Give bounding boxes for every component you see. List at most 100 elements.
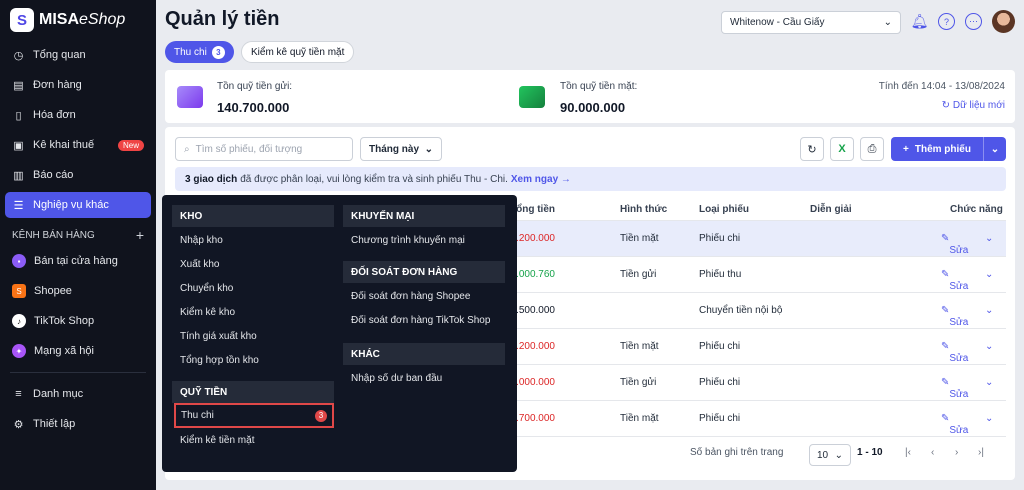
bottom-nav: ≡ Danh mục ⚙ Thiết lập: [0, 379, 156, 443]
reload-icon: ↻: [807, 143, 817, 156]
period-select[interactable]: Tháng này ⌄: [360, 137, 442, 161]
shopee-icon: S: [12, 284, 26, 298]
sidebar-item-settings[interactable]: ⚙ Thiết lập: [5, 411, 151, 437]
type-cell: Phiếu chi: [699, 377, 741, 388]
print-button[interactable]: ⎙: [860, 137, 884, 161]
menu-item-reconcile-shopee[interactable]: Đối soát đơn hàng Shopee: [351, 291, 470, 302]
list-icon: ☰: [13, 199, 24, 212]
sidebar-item-invoices[interactable]: ▯ Hóa đơn: [5, 102, 151, 128]
page-size-label: Số bản ghi trên trang: [690, 447, 784, 458]
row-actions-chevron-icon[interactable]: ⌄: [985, 377, 993, 388]
method-cell: Tiền gửi: [620, 377, 657, 388]
menu-item-kho[interactable]: Xuất kho: [180, 259, 219, 270]
chevron-down-icon: ⌄: [834, 449, 843, 461]
cash-label: Tồn quỹ tiền mặt:: [560, 81, 638, 92]
menu-section-kho: KHO: [172, 205, 334, 227]
row-actions-chevron-icon[interactable]: ⌄: [985, 341, 993, 352]
menu-item-promotion[interactable]: Chương trình khuyến mại: [351, 235, 465, 246]
avatar[interactable]: [992, 10, 1015, 33]
fund-summary: Tồn quỹ tiền gửi: 140.700.000 Tồn quỹ ti…: [165, 70, 1015, 123]
logo-icon: S: [10, 8, 34, 32]
row-actions-chevron-icon[interactable]: ⌄: [985, 305, 993, 316]
sidebar-item-store[interactable]: ▪ Bán tại cửa hàng: [5, 248, 151, 274]
store-icon: ▪: [12, 254, 26, 268]
menu-item-thu-chi[interactable]: Thu chi 3: [174, 403, 334, 428]
plus-icon: +: [903, 143, 909, 155]
classification-notice: 3 giao dịch đã được phân loại, vui lòng k…: [175, 167, 1006, 191]
credit-card-icon: [177, 86, 203, 108]
deposit-label: Tồn quỹ tiền gửi:: [217, 81, 293, 92]
excel-export-button[interactable]: X: [830, 137, 854, 161]
sidebar-item-other-operations[interactable]: ☰ Nghiệp vụ khác: [5, 192, 151, 218]
tiktok-icon: ♪: [12, 314, 26, 328]
sidebar-item-social[interactable]: ✦ Mạng xã hội: [5, 338, 151, 364]
new-badge: New: [117, 139, 144, 151]
chart-icon: ▥: [13, 169, 24, 182]
chevron-down-icon: ⌄: [424, 143, 433, 155]
edit-button[interactable]: ✎ Sửa: [941, 341, 968, 364]
menu-item-kho[interactable]: Nhập kho: [180, 235, 223, 246]
view-now-link[interactable]: Xem ngay →: [511, 174, 571, 185]
as-of-time: Tính đến 14:04 - 13/08/2024: [878, 81, 1005, 92]
edit-button[interactable]: ✎ Sửa: [941, 233, 968, 256]
menu-item-kho[interactable]: Tính giá xuất kho: [180, 331, 257, 342]
reload-button[interactable]: ↻: [800, 137, 824, 161]
logo[interactable]: S MISAeShop: [0, 0, 156, 40]
sidebar-item-orders[interactable]: ▤ Đơn hàng: [5, 72, 151, 98]
next-page-button[interactable]: ›: [955, 447, 958, 458]
dashboard-icon: ◷: [13, 49, 24, 62]
edit-button[interactable]: ✎ Sửa: [941, 269, 968, 292]
sidebar-item-tax[interactable]: ▣ Kê khai thuế New: [5, 132, 151, 158]
store-select[interactable]: Whitenow - Cầu Giấy ⌄: [721, 11, 901, 34]
edit-button[interactable]: ✎ Sửa: [941, 413, 968, 436]
menu-item-opening-balance[interactable]: Nhập số dư ban đầu: [351, 373, 442, 384]
menu-section-khac: KHÁC: [343, 343, 505, 365]
type-cell: Phiếu chi: [699, 413, 741, 424]
menu-item-kho[interactable]: Kiểm kê kho: [180, 307, 235, 318]
sidebar: S MISAeShop ◷ Tổng quan ▤ Đơn hàng ▯ Hóa đơ…: [0, 0, 156, 490]
prev-page-button[interactable]: ‹: [931, 447, 934, 458]
sales-channels-header: KÊNH BÁN HÀNG +: [12, 227, 144, 243]
menu-item-kiem-ke-tien-mat[interactable]: Kiểm kê tiền mặt: [180, 435, 254, 446]
add-voucher-button[interactable]: + Thêm phiếu ⌄: [891, 137, 1006, 161]
menu-section-doi-soat: ĐỐI SOÁT ĐƠN HÀNG: [343, 261, 505, 283]
sidebar-item-tiktok[interactable]: ♪ TikTok Shop: [5, 308, 151, 334]
edit-button[interactable]: ✎ Sửa: [941, 377, 968, 400]
sidebar-item-reports[interactable]: ▥ Báo cáo: [5, 162, 151, 188]
sidebar-item-shopee[interactable]: S Shopee: [5, 278, 151, 304]
sidebar-item-overview[interactable]: ◷ Tổng quan: [5, 42, 151, 68]
edit-button[interactable]: ✎ Sửa: [941, 305, 968, 328]
more-icon[interactable]: ⋯: [965, 13, 982, 30]
type-cell: Phiếu chi: [699, 233, 741, 244]
add-channel-icon[interactable]: +: [136, 227, 144, 243]
row-actions-chevron-icon[interactable]: ⌄: [985, 413, 993, 424]
menu-section-quy-tien: QUỸ TIỀN: [172, 381, 334, 403]
tab-count-badge: 3: [211, 45, 225, 59]
menu-item-kho[interactable]: Chuyển kho: [180, 283, 233, 294]
search-input[interactable]: ⌕ Tìm số phiếu, đối tượng: [175, 137, 353, 161]
add-options-dropdown[interactable]: ⌄: [984, 144, 1006, 155]
tab-thu-chi[interactable]: Thu chi 3: [165, 41, 234, 63]
method-cell: Tiền mặt: [620, 341, 659, 352]
sidebar-item-catalog[interactable]: ≡ Danh mục: [5, 381, 151, 407]
refresh-data-link[interactable]: ↻ Dữ liệu mới: [942, 100, 1005, 111]
menu-item-reconcile-tiktok[interactable]: Đối soát đơn hàng TikTok Shop: [351, 315, 490, 326]
bell-icon[interactable]: 🔔︎: [911, 13, 929, 30]
row-actions-chevron-icon[interactable]: ⌄: [985, 233, 993, 244]
tax-icon: ▣: [13, 139, 24, 152]
main-nav: ◷ Tổng quan ▤ Đơn hàng ▯ Hóa đơn ▣ Kê khai t…: [0, 40, 156, 224]
help-icon[interactable]: ?: [938, 13, 955, 30]
row-actions-chevron-icon[interactable]: ⌄: [985, 269, 993, 280]
type-cell: Phiếu thu: [699, 269, 742, 280]
method-cell: Tiền mặt: [620, 233, 659, 244]
document-icon: ▯: [15, 109, 22, 122]
social-icon: ✦: [12, 344, 26, 358]
page-range: 1 - 10: [857, 447, 883, 458]
method-cell: Tiền gửi: [620, 269, 657, 280]
tab-cash-audit[interactable]: Kiểm kê quỹ tiền mặt: [241, 41, 355, 63]
menu-item-kho[interactable]: Tổng hợp tồn kho: [180, 355, 259, 366]
last-page-button[interactable]: ›|: [978, 447, 984, 458]
page-size-select[interactable]: 10 ⌄: [809, 444, 851, 466]
first-page-button[interactable]: |‹: [905, 447, 911, 458]
refresh-icon: ↻: [941, 100, 953, 111]
